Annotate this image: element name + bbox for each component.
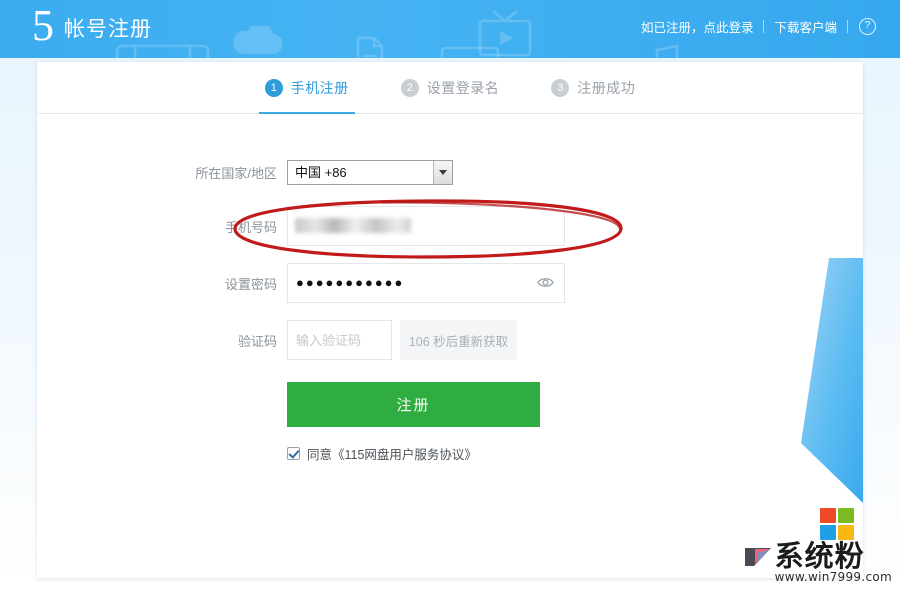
step-label: 注册成功	[577, 79, 636, 96]
agreement-checkbox-wrap[interactable]: 同意《115网盘用户服务协议》	[287, 444, 477, 463]
step-indicator: 1 手机注册 2 设置登录名 3 注册成功	[37, 62, 863, 114]
login-link[interactable]: 如已注册，点此登录	[631, 17, 764, 36]
eye-icon[interactable]	[537, 276, 554, 289]
country-row: 所在国家/地区 中国 +86	[37, 160, 863, 185]
page-title: 帐号注册	[64, 18, 152, 41]
registration-card: 1 手机注册 2 设置登录名 3 注册成功 所在国家/地区 中国 +86 手机号…	[37, 62, 863, 578]
password-label: 设置密码	[224, 276, 277, 292]
step-label: 设置登录名	[426, 79, 500, 96]
agreement-label[interactable]: 同意《115网盘用户服务协议》	[307, 444, 477, 463]
chevron-down-icon[interactable]	[433, 161, 452, 184]
header-links: 如已注册，点此登录 下载客户端 ?	[631, 17, 882, 36]
watermark-flag-icon	[744, 548, 771, 566]
password-masked-value: ●●●●●●●●●●●	[296, 275, 405, 290]
country-selected-value: 中国 +86	[295, 165, 347, 180]
step-phone-register[interactable]: 1 手机注册	[258, 62, 355, 114]
verification-code-field[interactable]	[287, 320, 392, 360]
step-label: 手机注册	[290, 79, 349, 96]
music-note-icon	[655, 44, 679, 58]
watermark-brand: 系统粉	[774, 539, 865, 573]
tv-play-icon	[478, 10, 532, 57]
step-set-login-name[interactable]: 2 设置登录名	[399, 62, 502, 113]
cloud-icon	[233, 26, 283, 55]
number-five-logo: 5	[32, 1, 54, 50]
register-button[interactable]: 注册	[287, 382, 540, 427]
header-divider	[847, 20, 848, 33]
verification-code-row: 验证码 106 秒后重新获取	[37, 320, 863, 360]
password-input[interactable]: ●●●●●●●●●●●	[287, 263, 565, 303]
watermark-text-block: 系统粉 www.win7999.com	[774, 508, 892, 584]
step-number: 2	[400, 78, 419, 97]
phone-input[interactable]	[287, 206, 565, 246]
help-icon[interactable]: ?	[859, 18, 876, 35]
registration-page: 5 帐号注册 如已注册，点此登录 下载客户端 ? 1 手机注册 2 设置登录名 …	[0, 0, 900, 590]
step-number: 1	[264, 78, 283, 97]
redacted-phone-value	[295, 218, 411, 233]
phone-row: 手机号码	[37, 206, 863, 246]
image-icon	[440, 46, 500, 58]
step-number: 3	[551, 78, 570, 97]
country-label: 所在国家/地区	[195, 166, 277, 181]
agreement-row: 同意《115网盘用户服务协议》	[37, 444, 863, 463]
resend-code-button[interactable]: 106 秒后重新获取	[400, 320, 517, 360]
step-register-success[interactable]: 3 注册成功	[549, 62, 637, 113]
password-row: 设置密码 ●●●●●●●●●●●	[37, 263, 863, 303]
watermark: 系统粉 www.win7999.com	[744, 508, 892, 584]
page-header: 5 帐号注册 如已注册，点此登录 下载客户端 ?	[0, 0, 900, 58]
phone-label: 手机号码	[224, 219, 277, 235]
submit-row: 注册	[37, 382, 863, 427]
verification-code-input[interactable]	[288, 321, 391, 359]
agreement-checkbox[interactable]	[287, 447, 300, 460]
brand: 5 帐号注册	[32, 1, 152, 50]
windows-logo-icon	[820, 508, 854, 541]
country-select[interactable]: 中国 +86	[287, 160, 453, 185]
download-client-link[interactable]: 下载客户端	[764, 17, 847, 36]
document-icon	[356, 36, 384, 58]
verification-code-label: 验证码	[237, 333, 277, 349]
registration-form: 所在国家/地区 中国 +86 手机号码 设置密码 ●●●●●●●●●●● 验证码…	[37, 113, 863, 463]
